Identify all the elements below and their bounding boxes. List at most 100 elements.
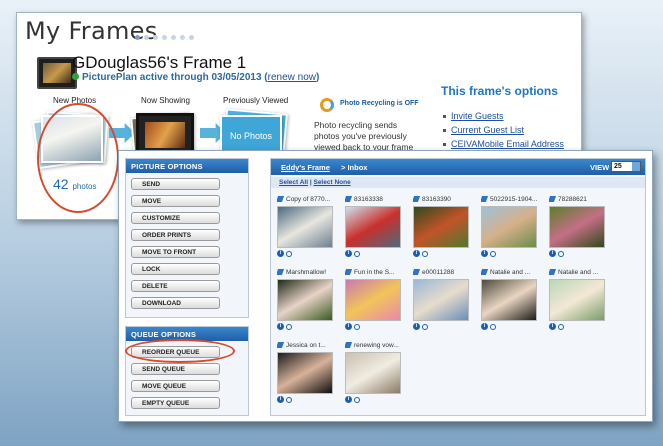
inbox-panel: Eddy's Frame > Inbox VIEW 25 Select All … <box>270 158 646 416</box>
info-icon[interactable]: i <box>481 250 488 257</box>
photo-thumbnail[interactable] <box>413 279 469 321</box>
photo-caption-text: Natalie and ... <box>558 269 599 276</box>
info-icon[interactable]: i <box>345 323 352 330</box>
photo-tile[interactable]: Fun in the S... i <box>345 268 407 331</box>
edit-icon[interactable] <box>549 269 557 275</box>
photo-thumbnail[interactable] <box>277 352 333 394</box>
photo-thumbnail[interactable] <box>481 279 537 321</box>
photo-caption: e00011288 <box>413 268 475 277</box>
photo-tile[interactable]: Marshmallow! i <box>277 268 339 331</box>
now-showing-label: Now Showing <box>141 96 190 105</box>
move-queue-button[interactable]: MOVE QUEUE <box>131 380 220 392</box>
invite-guests-link[interactable]: Invite Guests <box>443 111 504 121</box>
breadcrumb-frame-link[interactable]: Eddy's Frame <box>281 163 330 172</box>
photo-caption: 83163338 <box>345 195 407 204</box>
photo-caption-text: 83163338 <box>354 196 383 203</box>
photo-caption-text: e00011288 <box>422 269 455 276</box>
edit-icon[interactable] <box>345 196 353 202</box>
photo-tile[interactable]: e00011288 i <box>413 268 475 331</box>
edit-icon[interactable] <box>481 269 489 275</box>
edit-icon[interactable] <box>277 196 285 202</box>
customize-button[interactable]: CUSTOMIZE <box>131 212 220 224</box>
edit-icon[interactable] <box>549 196 557 202</box>
zoom-icon[interactable] <box>422 251 428 257</box>
photo-thumbnail[interactable] <box>345 279 401 321</box>
empty-queue-button[interactable]: EMPTY QUEUE <box>131 397 220 409</box>
inbox-toolbar: Eddy's Frame > Inbox VIEW 25 <box>271 159 645 175</box>
move-button[interactable]: MOVE <box>131 195 220 207</box>
recycle-icon <box>320 98 334 112</box>
info-icon[interactable]: i <box>277 250 284 257</box>
zoom-icon[interactable] <box>558 251 564 257</box>
highlight-circle <box>37 103 119 213</box>
selection-bar: Select All | Select None <box>271 177 645 188</box>
inbox-manager-panel: PICTURE OPTIONS SEND MOVE CUSTOMIZE ORDE… <box>118 150 653 422</box>
photo-caption: 78288621 <box>549 195 611 204</box>
ceiva-mobile-email-link[interactable]: CEIVAMobile Email Address <box>443 139 564 149</box>
current-guest-list-link[interactable]: Current Guest List <box>442 125 524 135</box>
info-icon[interactable]: i <box>277 396 284 403</box>
info-icon[interactable]: i <box>413 250 420 257</box>
select-all-link[interactable]: Select All <box>279 179 308 186</box>
select-none-link[interactable]: Select None <box>313 179 350 186</box>
photo-thumbnail[interactable] <box>345 352 401 394</box>
select-separator: | <box>309 179 312 186</box>
photo-thumbnail[interactable] <box>481 206 537 248</box>
info-icon[interactable]: i <box>345 250 352 257</box>
photo-tile[interactable]: 83163390 i <box>413 195 475 258</box>
info-icon[interactable]: i <box>277 323 284 330</box>
page-dots <box>135 27 198 45</box>
photo-tile[interactable]: 5022915-1904... i <box>481 195 543 258</box>
edit-icon[interactable] <box>413 269 421 275</box>
info-icon[interactable]: i <box>345 396 352 403</box>
info-icon[interactable]: i <box>549 250 556 257</box>
lock-button[interactable]: LOCK <box>131 263 220 275</box>
move-to-front-button[interactable]: MOVE TO FRONT <box>131 246 220 258</box>
delete-button[interactable]: DELETE <box>131 280 220 292</box>
photo-thumbnail[interactable] <box>277 279 333 321</box>
frame-name: GDouglas56's Frame 1 <box>72 53 247 72</box>
edit-icon[interactable] <box>345 342 353 348</box>
zoom-icon[interactable] <box>490 324 496 330</box>
frame-icon <box>37 57 77 89</box>
edit-icon[interactable] <box>277 342 285 348</box>
photo-tile[interactable]: Copy of 8770... i <box>277 195 339 258</box>
order-prints-button[interactable]: ORDER PRINTS <box>131 229 220 241</box>
renew-now-link[interactable]: renew now <box>268 72 316 83</box>
info-icon[interactable]: i <box>481 323 488 330</box>
photo-tile[interactable]: renewing vow... i <box>345 341 407 404</box>
info-icon[interactable]: i <box>413 323 420 330</box>
edit-icon[interactable] <box>481 196 489 202</box>
zoom-icon[interactable] <box>558 324 564 330</box>
view-count-select[interactable]: 25 <box>611 161 641 172</box>
photo-thumbnail[interactable] <box>549 279 605 321</box>
photo-caption: Natalie and ... <box>549 268 611 277</box>
edit-icon[interactable] <box>413 196 421 202</box>
photo-tile[interactable]: Natalie and ... i <box>481 268 543 331</box>
zoom-icon[interactable] <box>286 251 292 257</box>
edit-icon[interactable] <box>277 269 285 275</box>
plan-text: PicturePlan active through 03/05/2013 <box>82 72 262 83</box>
zoom-icon[interactable] <box>354 324 360 330</box>
photo-tile[interactable]: Natalie and ... i <box>549 268 611 331</box>
zoom-icon[interactable] <box>422 324 428 330</box>
zoom-icon[interactable] <box>354 251 360 257</box>
info-icon[interactable]: i <box>549 323 556 330</box>
download-button[interactable]: DOWNLOAD <box>131 297 220 309</box>
send-button[interactable]: SEND <box>131 178 220 190</box>
photo-thumbnail[interactable] <box>345 206 401 248</box>
send-queue-button[interactable]: SEND QUEUE <box>131 363 220 375</box>
zoom-icon[interactable] <box>286 324 292 330</box>
photo-thumbnail[interactable] <box>549 206 605 248</box>
edit-icon[interactable] <box>345 269 353 275</box>
photo-tile[interactable]: 78288621 i <box>549 195 611 258</box>
photo-caption-text: Jessica on t... <box>286 342 326 349</box>
photo-thumbnail[interactable] <box>277 206 333 248</box>
zoom-icon[interactable] <box>490 251 496 257</box>
photo-tile[interactable]: 83163338 i <box>345 195 407 258</box>
photo-tile[interactable]: Jessica on t... i <box>277 341 339 404</box>
zoom-icon[interactable] <box>354 397 360 403</box>
recycle-status[interactable]: Photo Recycling is OFF <box>340 100 419 107</box>
zoom-icon[interactable] <box>286 397 292 403</box>
photo-thumbnail[interactable] <box>413 206 469 248</box>
